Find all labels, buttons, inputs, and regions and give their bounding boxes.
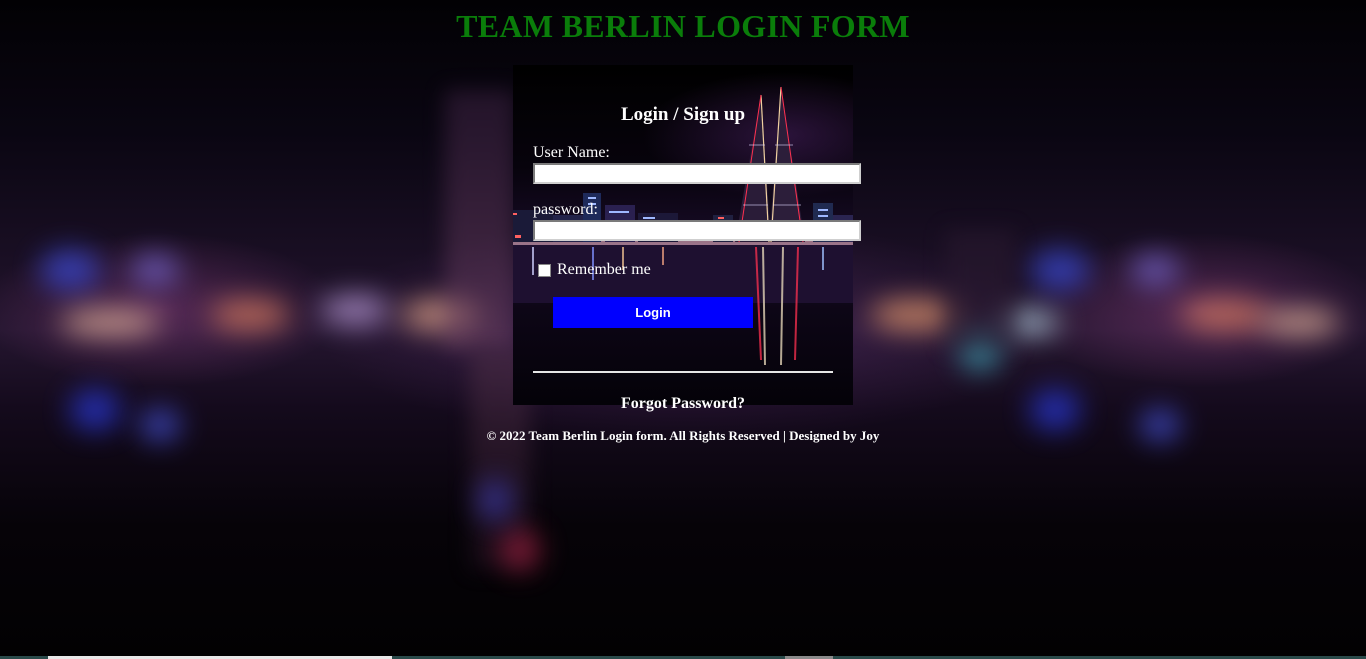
form-divider	[533, 371, 833, 373]
city-light-blob	[60, 310, 160, 335]
forgot-password-link[interactable]: Forgot Password?	[513, 395, 853, 413]
city-light-blob	[130, 255, 180, 285]
city-light-blob	[210, 300, 290, 330]
password-label: password:	[533, 201, 598, 218]
remember-me-row: Remember me	[538, 261, 651, 279]
remember-me-checkbox[interactable]	[538, 263, 551, 277]
city-light-blob	[40, 250, 100, 290]
username-input[interactable]	[533, 163, 861, 184]
footer-copyright: © 2022 Team Berlin Login form. All Right…	[486, 428, 880, 443]
form-heading: Login / Sign up	[620, 104, 746, 125]
blurred-tower	[445, 90, 515, 350]
city-light-blob	[1130, 255, 1180, 285]
city-light-blob	[1030, 250, 1090, 290]
city-light-blob	[500, 530, 540, 570]
city-light-blob	[480, 480, 510, 520]
city-light-blob	[1260, 310, 1340, 335]
remember-me-label: Remember me	[557, 261, 651, 278]
login-button[interactable]: Login	[553, 297, 753, 328]
city-light-blob	[70, 390, 120, 430]
login-card: Login / Sign up User Name: password: Rem…	[513, 65, 861, 412]
username-label: User Name:	[533, 144, 610, 161]
password-input[interactable]	[533, 220, 861, 241]
blurred-tower	[945, 230, 1015, 350]
city-light-blob	[1180, 300, 1270, 330]
page-title: TEAM BERLIN LOGIN FORM	[456, 8, 910, 44]
city-light-blob	[320, 295, 390, 325]
city-light-blob	[1030, 390, 1080, 430]
